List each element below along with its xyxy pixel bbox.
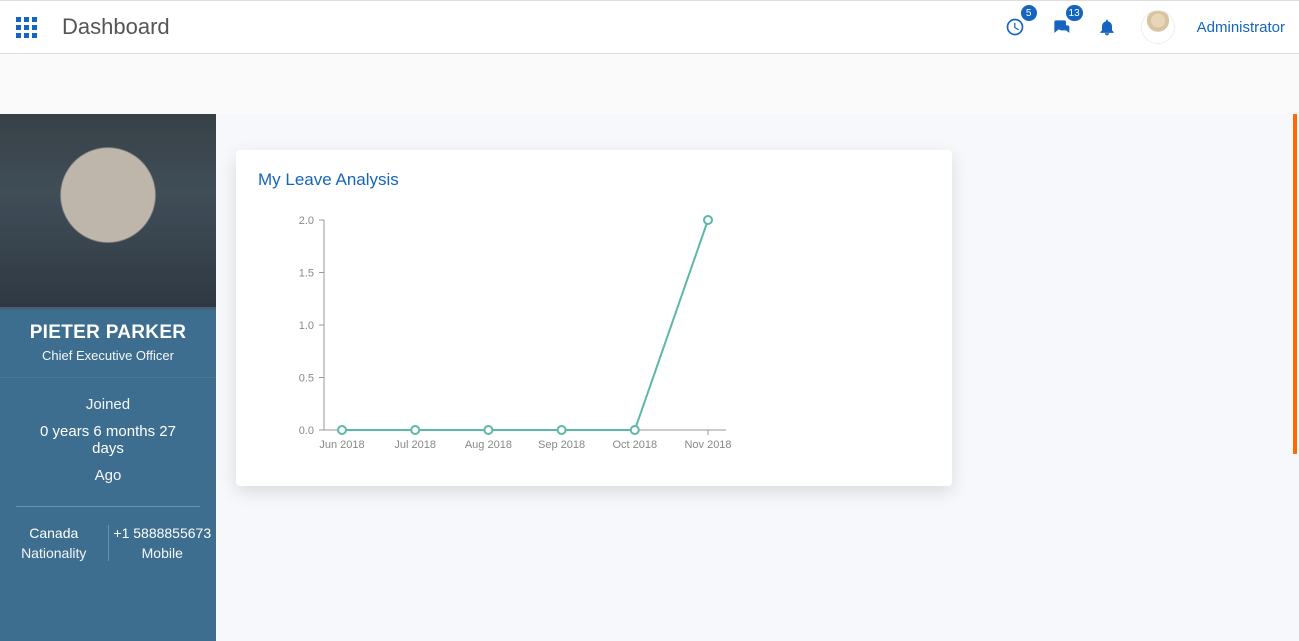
clock-badge: 5 [1021, 5, 1037, 21]
sub-header-band [0, 54, 1299, 114]
joined-block: Joined 0 years 6 months 27 days Ago [16, 378, 200, 507]
nationality-cell: Canada Nationality [0, 525, 108, 561]
bell-icon [1097, 17, 1117, 37]
profile-info-row: Canada Nationality +1 5888855673 Mobile [0, 507, 216, 561]
leave-analysis-card: My Leave Analysis 0.0 0.5 1.0 1.5 2.0 Jun 201… [236, 150, 952, 486]
chat-icon [1051, 17, 1071, 37]
svg-text:2.0: 2.0 [299, 215, 314, 227]
content-pane: My Leave Analysis 0.0 0.5 1.0 1.5 2.0 Jun 201… [216, 114, 1299, 641]
scroll-indicator[interactable] [1293, 114, 1297, 454]
chat-badge: 13 [1066, 5, 1083, 21]
svg-text:Nov 2018: Nov 2018 [684, 439, 731, 451]
joined-ago: Ago [26, 467, 190, 484]
svg-text:Aug 2018: Aug 2018 [465, 439, 512, 451]
card-title: My Leave Analysis [258, 170, 930, 190]
employee-role: Chief Executive Officer [8, 348, 208, 363]
svg-text:1.5: 1.5 [299, 268, 314, 280]
topbar: Dashboard 5 13 Administrator [0, 0, 1299, 54]
clock-icon [1005, 17, 1025, 37]
profile-photo [0, 114, 216, 310]
nationality-label: Nationality [4, 545, 104, 561]
leave-analysis-chart: 0.0 0.5 1.0 1.5 2.0 Jun 2018 Jul 2018 Aug 2018 S… [276, 210, 736, 460]
topbar-actions: 5 13 Administrator [1003, 10, 1285, 44]
apps-grid-icon [16, 17, 37, 38]
svg-text:0.5: 0.5 [299, 373, 314, 385]
profile-name-block: PIETER PARKER Chief Executive Officer [0, 310, 216, 378]
mobile-value: +1 5888855673 [113, 525, 213, 541]
messages-button[interactable]: 13 [1049, 15, 1073, 39]
svg-text:1.0: 1.0 [299, 320, 314, 332]
clock-button[interactable]: 5 [1003, 15, 1027, 39]
employee-name: PIETER PARKER [8, 322, 208, 344]
main-area: PIETER PARKER Chief Executive Officer Jo… [0, 114, 1299, 641]
apps-menu-button[interactable] [10, 11, 42, 43]
svg-text:Oct 2018: Oct 2018 [612, 439, 657, 451]
profile-sidebar: PIETER PARKER Chief Executive Officer Jo… [0, 114, 216, 641]
user-avatar[interactable] [1141, 10, 1175, 44]
svg-text:Jun 2018: Jun 2018 [319, 439, 364, 451]
notifications-button[interactable] [1095, 15, 1119, 39]
mobile-cell: +1 5888855673 Mobile [108, 525, 217, 561]
joined-duration: 0 years 6 months 27 days [26, 423, 190, 457]
page-title: Dashboard [62, 14, 170, 40]
joined-label: Joined [26, 396, 190, 413]
nationality-value: Canada [4, 525, 104, 541]
user-menu[interactable]: Administrator [1197, 19, 1285, 36]
svg-text:Sep 2018: Sep 2018 [538, 439, 585, 451]
svg-text:0.0: 0.0 [299, 425, 314, 437]
mobile-label: Mobile [113, 545, 213, 561]
svg-text:Jul 2018: Jul 2018 [394, 439, 436, 451]
